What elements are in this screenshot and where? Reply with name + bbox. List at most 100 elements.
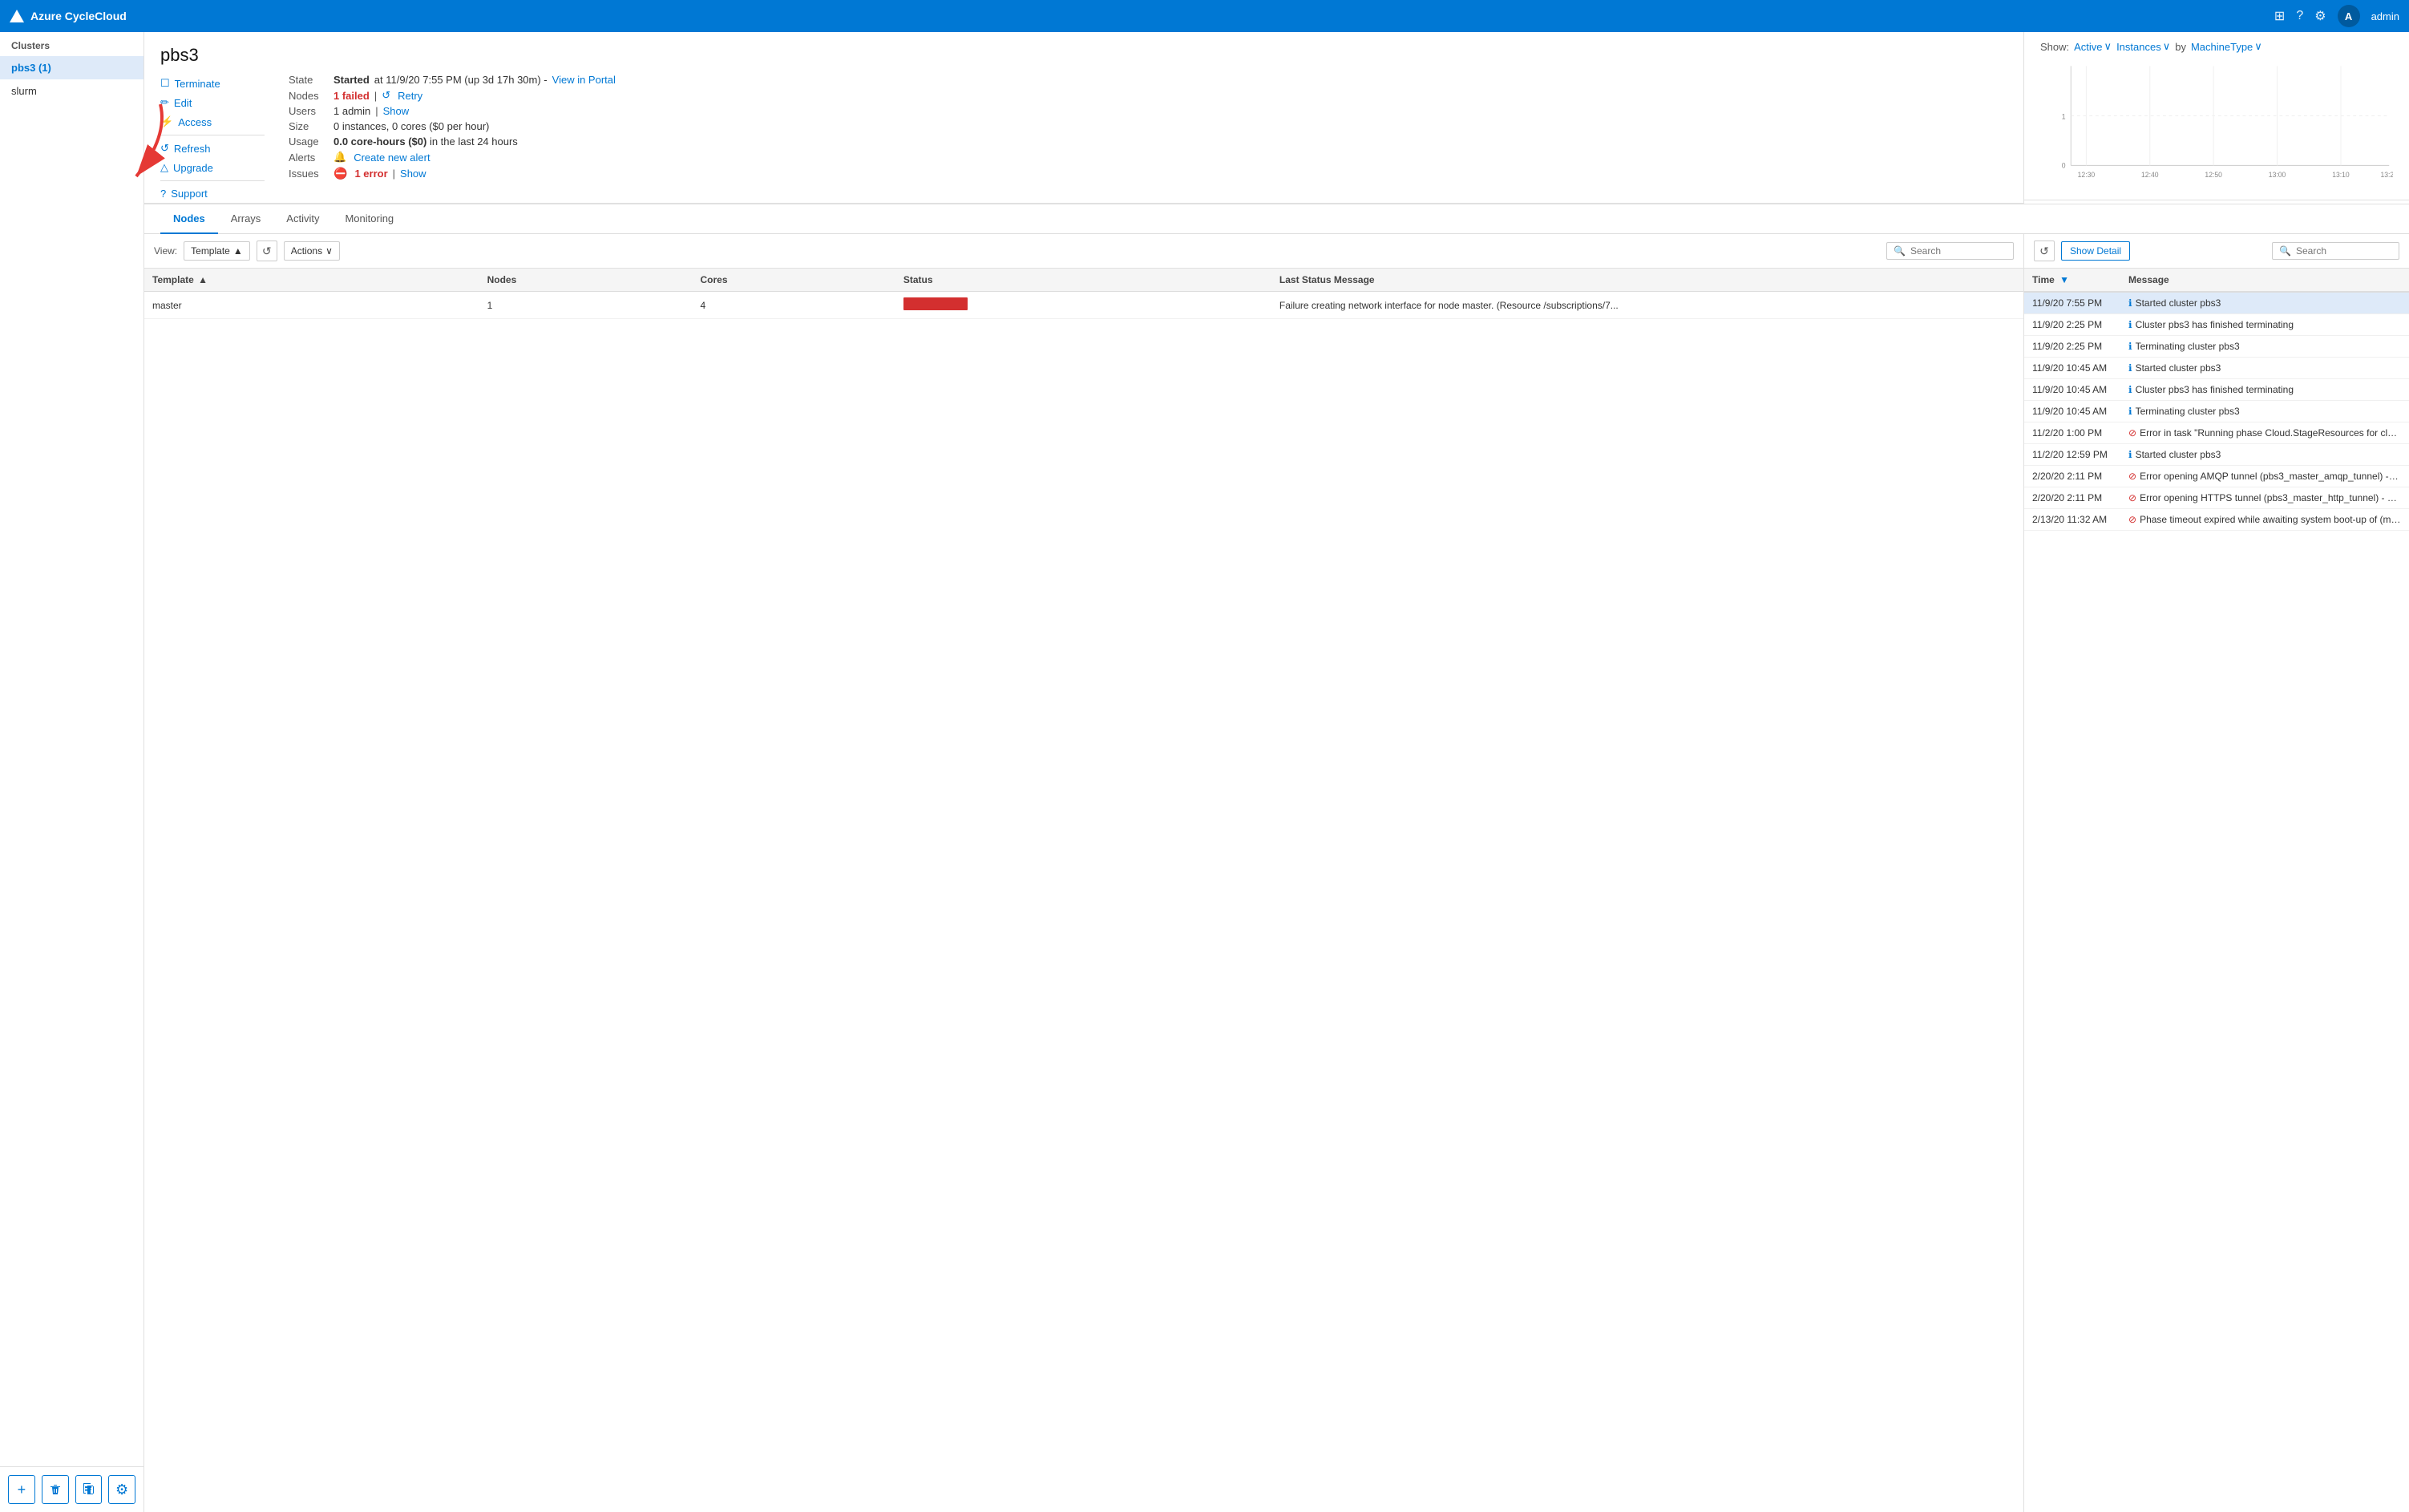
list-item[interactable]: 11/9/20 7:55 PM ℹStarted cluster pbs3 — [2024, 292, 2409, 314]
nodes-failed: 1 failed — [333, 90, 370, 102]
template-dropdown[interactable]: Template ▲ — [184, 241, 250, 261]
chevron-down-icon4: ▲ — [233, 245, 243, 257]
delete-cluster-button[interactable] — [42, 1475, 69, 1504]
monitor-icon[interactable]: ⊞ — [2274, 8, 2285, 24]
list-item[interactable]: 11/9/20 2:25 PM ℹTerminating cluster pbs… — [2024, 336, 2409, 358]
list-item[interactable]: 2/13/20 11:32 AM ⊘Phase timeout expired … — [2024, 509, 2409, 531]
show-detail-button[interactable]: Show Detail — [2061, 241, 2130, 261]
users-label: Users — [289, 105, 329, 117]
usage-value: 0.0 core-hours ($0) in the last 24 hours — [333, 135, 518, 148]
issues-label: Issues — [289, 168, 329, 180]
activity-time: 2/20/20 2:11 PM — [2024, 487, 2120, 509]
cell-template: master — [144, 292, 479, 319]
terminate-action[interactable]: ☐ Terminate — [160, 74, 265, 93]
tab-arrays[interactable]: Arrays — [218, 204, 274, 234]
usage-label: Usage — [289, 135, 329, 148]
col-time: Time ▼ — [2024, 269, 2120, 292]
access-action[interactable]: ⚡ Access — [160, 112, 265, 131]
copy-cluster-button[interactable] — [75, 1475, 103, 1504]
cluster-header-top: ☐ Terminate ✏ Edit ⚡ Access — [160, 74, 2007, 203]
logo-triangle — [10, 10, 24, 22]
view-label: View: — [154, 245, 177, 257]
active-dropdown[interactable]: Active ∨ — [2074, 40, 2112, 53]
create-alert-link[interactable]: Create new alert — [354, 152, 430, 164]
instances-dropdown[interactable]: Instances ∨ — [2116, 40, 2170, 53]
refresh-nodes-button[interactable]: ↺ — [257, 241, 277, 261]
sidebar-item-pbs3[interactable]: pbs3 (1) — [0, 56, 143, 79]
content-panes: View: Template ▲ ↺ Actions ∨ 🔍 — [144, 234, 2409, 1512]
error-circle-icon: ⛔ — [333, 167, 347, 180]
support-icon: ? — [160, 188, 166, 200]
nodes-table-container: Template ▲ Nodes Cores Sta — [144, 269, 2023, 1512]
col-nodes: Nodes — [479, 269, 693, 292]
col-message: Message — [2120, 269, 2409, 292]
tab-nodes[interactable]: Nodes — [160, 204, 218, 234]
upgrade-icon: △ — [160, 161, 168, 174]
cell-cores: 4 — [692, 292, 895, 319]
nodes-row: Nodes 1 failed | ↺ Retry — [289, 89, 2007, 102]
svg-text:13:10: 13:10 — [2332, 170, 2350, 178]
activity-table: Time ▼ Message 11/9/20 7:55 PM ℹStarted … — [2024, 269, 2409, 531]
tab-activity[interactable]: Activity — [273, 204, 332, 234]
machine-type-dropdown[interactable]: MachineType ∨ — [2191, 40, 2262, 53]
info-icon: ℹ — [2128, 341, 2132, 352]
sidebar: Clusters pbs3 (1) slurm + — [0, 32, 144, 1512]
refresh-icon: ↺ — [160, 142, 169, 155]
cell-nodes: 1 — [479, 292, 693, 319]
activity-message: ⊘Phase timeout expired while awaiting sy… — [2120, 509, 2409, 531]
activity-table-container: Time ▼ Message 11/9/20 7:55 PM ℹStarted … — [2024, 269, 2409, 1512]
chevron-down-icon: ∨ — [2104, 40, 2112, 53]
upgrade-action[interactable]: △ Upgrade — [160, 158, 265, 177]
issues-count: 1 error — [354, 168, 387, 180]
list-item[interactable]: 11/9/20 10:45 AM ℹCluster pbs3 has finis… — [2024, 379, 2409, 401]
list-item[interactable]: 2/20/20 2:11 PM ⊘Error opening AMQP tunn… — [2024, 466, 2409, 487]
show-issues-link[interactable]: Show — [400, 168, 426, 180]
state-detail: at 11/9/20 7:55 PM (up 3d 17h 30m) - — [374, 74, 548, 86]
list-item[interactable]: 11/9/20 10:45 AM ℹStarted cluster pbs3 — [2024, 358, 2409, 379]
list-item[interactable]: 11/2/20 1:00 PM ⊘Error in task "Running … — [2024, 422, 2409, 444]
state-value: Started — [333, 74, 370, 86]
retry-link[interactable]: Retry — [398, 90, 422, 102]
avatar[interactable]: A — [2338, 5, 2360, 27]
state-label: State — [289, 74, 329, 86]
users-row: Users 1 admin | Show — [289, 105, 2007, 117]
cluster-settings-button[interactable]: ⚙ — [108, 1475, 135, 1504]
list-item[interactable]: 11/2/20 12:59 PM ℹStarted cluster pbs3 — [2024, 444, 2409, 466]
activity-search-icon: 🔍 — [2279, 245, 2291, 257]
svg-text:12:30: 12:30 — [2078, 170, 2096, 178]
tab-monitoring[interactable]: Monitoring — [332, 204, 406, 234]
access-label: Access — [178, 116, 212, 128]
template-label: Template — [191, 245, 230, 257]
activity-time: 11/2/20 1:00 PM — [2024, 422, 2120, 444]
sidebar-item-pbs3-label: pbs3 (1) — [11, 62, 51, 74]
list-item[interactable]: 2/20/20 2:11 PM ⊘Error opening HTTPS tun… — [2024, 487, 2409, 509]
nodes-search-input[interactable] — [1910, 245, 2007, 257]
info-icon: ℹ — [2128, 406, 2132, 417]
col-template: Template ▲ — [144, 269, 479, 292]
list-item[interactable]: 11/9/20 10:45 AM ℹTerminating cluster pb… — [2024, 401, 2409, 422]
cluster-header-area: pbs3 ☐ Terminate ✏ Edit — [144, 32, 2024, 204]
activity-time: 2/20/20 2:11 PM — [2024, 466, 2120, 487]
chart-controls: Show: Active ∨ Instances ∨ by MachineTyp… — [2040, 40, 2393, 53]
edit-action[interactable]: ✏ Edit — [160, 93, 265, 112]
support-action[interactable]: ? Support — [160, 184, 265, 203]
activity-pane: ↺ Show Detail 🔍 — [2024, 234, 2409, 1512]
table-row[interactable]: master 1 4 Failure creating network inte… — [144, 292, 2023, 319]
refresh-action[interactable]: ↺ Refresh — [160, 139, 265, 158]
list-item[interactable]: 11/9/20 2:25 PM ℹCluster pbs3 has finish… — [2024, 314, 2409, 336]
actions-dropdown[interactable]: Actions ∨ — [284, 241, 340, 261]
chart-svg: 1 0 12:30 12:40 12:50 13:00 13:10 13:20 — [2040, 58, 2393, 182]
info-icon: ℹ — [2128, 449, 2132, 460]
add-cluster-button[interactable]: + — [8, 1475, 35, 1504]
help-icon[interactable]: ? — [2296, 9, 2303, 23]
sidebar-item-slurm-label: slurm — [11, 85, 37, 97]
refresh-activity-button[interactable]: ↺ — [2034, 241, 2055, 261]
edit-icon: ✏ — [160, 96, 169, 109]
info-icon: ℹ — [2128, 362, 2132, 374]
show-users-link[interactable]: Show — [383, 105, 410, 117]
sidebar-item-slurm[interactable]: slurm — [0, 79, 143, 103]
nodes-label: Nodes — [289, 90, 329, 102]
activity-search-input[interactable] — [2296, 245, 2392, 257]
settings-icon[interactable]: ⚙ — [2314, 8, 2326, 24]
view-in-portal-link[interactable]: View in Portal — [552, 74, 616, 86]
